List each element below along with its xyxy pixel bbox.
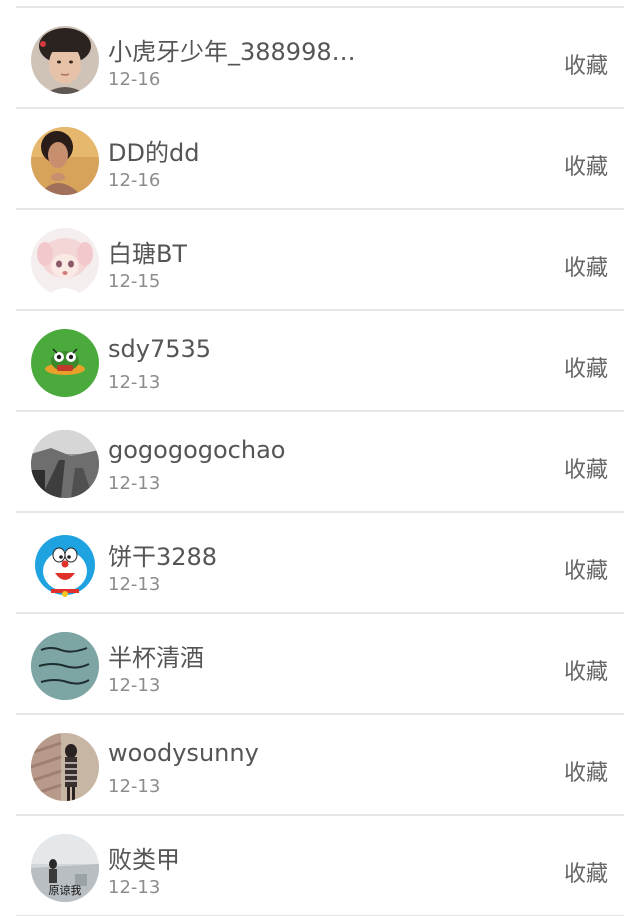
user-name: 小虎牙少年_3889984...	[108, 38, 368, 66]
user-name: 半杯清酒	[108, 644, 204, 672]
date-label: 12-13	[108, 675, 161, 696]
list-item[interactable]: 半杯清酒 12-13 收藏	[0, 614, 640, 715]
list-item[interactable]: gogogogochao 12-13 收藏	[0, 412, 640, 513]
date-label: 12-13	[108, 776, 161, 797]
date-label: 12-16	[108, 170, 161, 191]
date-label: 12-13	[108, 473, 161, 494]
green-cartoon-monster-icon	[31, 329, 99, 397]
user-name: woodysunny	[108, 739, 259, 767]
avatar[interactable]	[31, 733, 99, 801]
favorite-button[interactable]: 收藏	[564, 654, 608, 686]
anime-girl-pink-icon	[31, 228, 99, 296]
portrait-young-man-icon	[31, 26, 99, 94]
avatar[interactable]: 原谅我	[31, 834, 99, 902]
avatar[interactable]	[31, 430, 99, 498]
date-label: 12-16	[108, 69, 161, 90]
date-label: 12-15	[108, 271, 161, 292]
portrait-woman-warm-icon	[31, 127, 99, 195]
teal-calligraphy-icon	[31, 632, 99, 700]
date-label: 12-13	[108, 372, 161, 393]
gray-landscape-photo-icon	[31, 430, 99, 498]
date-label: 12-13	[108, 877, 161, 898]
list-item[interactable]: woodysunny 12-13 收藏	[0, 715, 640, 816]
doraemon-icon	[31, 531, 99, 599]
list-item[interactable]: 小虎牙少年_3889984... 12-16 收藏	[0, 8, 640, 109]
favorite-button[interactable]: 收藏	[564, 250, 608, 282]
favorite-button[interactable]: 收藏	[564, 856, 608, 888]
list-item[interactable]: DD的dd 12-16 收藏	[0, 109, 640, 210]
favorite-button[interactable]: 收藏	[564, 553, 608, 585]
list-item[interactable]: 白瑭BT 12-15 收藏	[0, 210, 640, 311]
favorite-button[interactable]: 收藏	[564, 48, 608, 80]
follower-list: 小虎牙少年_3889984... 12-16 收藏 DD的dd 12-16 收藏	[0, 0, 640, 916]
user-name: 饼干3288	[108, 543, 218, 571]
user-name: 败类甲	[108, 846, 180, 874]
avatar[interactable]	[31, 632, 99, 700]
avatar[interactable]	[31, 127, 99, 195]
avatar[interactable]	[31, 329, 99, 397]
favorite-button[interactable]: 收藏	[564, 452, 608, 484]
person-striped-photo-icon	[31, 733, 99, 801]
favorite-button[interactable]: 收藏	[564, 755, 608, 787]
avatar[interactable]	[31, 531, 99, 599]
avatar[interactable]	[31, 228, 99, 296]
list-item[interactable]: 原谅我 败类甲 12-13 收藏	[0, 816, 640, 916]
user-name: gogogogochao	[108, 436, 286, 464]
list-item[interactable]: 饼干3288 12-13 收藏	[0, 513, 640, 614]
date-label: 12-13	[108, 574, 161, 595]
list-item[interactable]: sdy7535 12-13 收藏	[0, 311, 640, 412]
favorite-button[interactable]: 收藏	[564, 149, 608, 181]
user-name: sdy7535	[108, 335, 212, 363]
person-landscape-caption-icon: 原谅我	[31, 834, 99, 902]
user-name: DD的dd	[108, 139, 200, 167]
svg-text:原谅我: 原谅我	[49, 883, 82, 897]
user-name: 白瑭BT	[108, 240, 188, 268]
avatar[interactable]	[31, 26, 99, 94]
favorite-button[interactable]: 收藏	[564, 351, 608, 383]
